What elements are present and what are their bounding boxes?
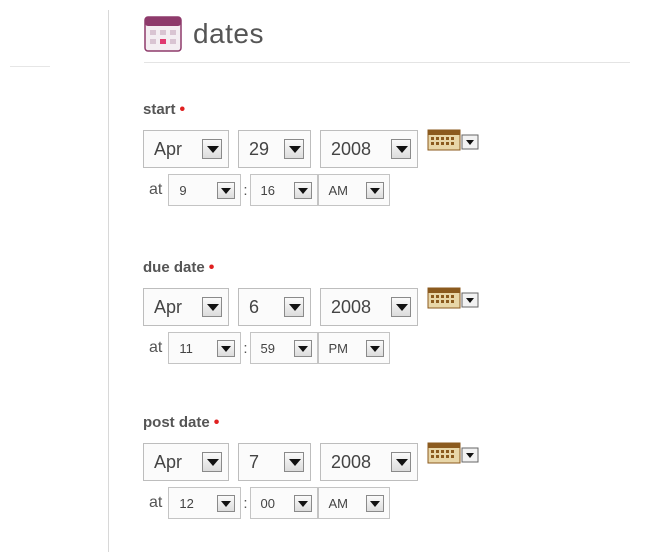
start-ampm-select[interactable]: AM xyxy=(317,174,390,206)
post-month-select[interactable]: Apr xyxy=(143,443,229,481)
post-ampm-select[interactable]: AM xyxy=(317,487,390,519)
chevron-down-icon xyxy=(293,494,312,512)
post-time-row: at 12 : 00 AM xyxy=(143,487,390,519)
header-divider xyxy=(144,62,630,63)
time-separator: : xyxy=(243,339,248,357)
left-gutter xyxy=(0,0,108,552)
section-header: dates xyxy=(144,14,264,54)
chevron-down-icon xyxy=(217,181,236,199)
post-date-section: post date • Apr 7 2008 at 12 : 00 AM xyxy=(143,413,479,519)
start-date-row: Apr 29 2008 xyxy=(143,129,485,168)
vertical-divider xyxy=(108,10,109,552)
post-date-label: post date • xyxy=(143,414,220,431)
due-hour-select[interactable]: 11 xyxy=(168,332,242,364)
chevron-down-icon xyxy=(293,181,312,199)
chevron-down-icon xyxy=(202,297,222,317)
start-year-select[interactable]: 2008 xyxy=(320,130,418,168)
chevron-down-icon xyxy=(284,452,304,472)
chevron-down-icon xyxy=(391,452,411,472)
start-minute-select[interactable]: 16 xyxy=(249,174,318,206)
calendar-icon xyxy=(144,16,182,52)
due-date-section: due date • Apr 6 2008 at 11 : 59 PM xyxy=(143,258,479,364)
start-month-select[interactable]: Apr xyxy=(143,130,229,168)
chevron-down-icon xyxy=(365,339,384,357)
chevron-down-icon xyxy=(365,181,384,199)
chevron-down-icon xyxy=(202,139,222,159)
due-time-row: at 11 : 59 PM xyxy=(143,332,390,364)
post-minute-select[interactable]: 00 xyxy=(249,487,318,519)
chevron-down-icon xyxy=(284,297,304,317)
due-year-select[interactable]: 2008 xyxy=(320,288,418,326)
required-marker: • xyxy=(179,101,186,118)
due-ampm-select[interactable]: PM xyxy=(317,332,390,364)
chevron-down-icon xyxy=(365,494,384,512)
page-title: dates xyxy=(193,18,264,49)
time-separator: : xyxy=(243,181,248,199)
start-label: start • xyxy=(143,101,186,118)
required-marker: • xyxy=(208,259,215,276)
chevron-down-icon xyxy=(391,139,411,159)
time-separator: : xyxy=(243,494,248,512)
at-label: at xyxy=(149,181,163,198)
due-minute-select[interactable]: 59 xyxy=(249,332,318,364)
start-time-row: at 9 : 16 AM xyxy=(143,174,390,206)
due-day-select[interactable]: 6 xyxy=(238,288,311,326)
due-calendar-picker-button[interactable] xyxy=(427,287,485,313)
required-marker: • xyxy=(213,414,220,431)
due-date-label: due date • xyxy=(143,259,215,276)
chevron-down-icon xyxy=(293,339,312,357)
due-date-row: Apr 6 2008 xyxy=(143,287,485,326)
start-hour-select[interactable]: 9 xyxy=(168,174,242,206)
at-label: at xyxy=(149,339,163,356)
start-calendar-picker-button[interactable] xyxy=(427,129,485,155)
chevron-down-icon xyxy=(391,297,411,317)
post-calendar-picker-button[interactable] xyxy=(427,442,485,468)
chevron-down-icon xyxy=(202,452,222,472)
start-day-select[interactable]: 29 xyxy=(238,130,311,168)
divider xyxy=(10,66,50,67)
chevron-down-icon xyxy=(217,494,236,512)
chevron-down-icon xyxy=(217,339,236,357)
due-month-select[interactable]: Apr xyxy=(143,288,229,326)
at-label: at xyxy=(149,494,163,511)
post-year-select[interactable]: 2008 xyxy=(320,443,418,481)
post-hour-select[interactable]: 12 xyxy=(168,487,242,519)
start-section: start • Apr 29 2008 at 9 : 16 AM xyxy=(143,100,479,206)
chevron-down-icon xyxy=(284,139,304,159)
post-day-select[interactable]: 7 xyxy=(238,443,311,481)
post-date-row: Apr 7 2008 xyxy=(143,442,485,481)
